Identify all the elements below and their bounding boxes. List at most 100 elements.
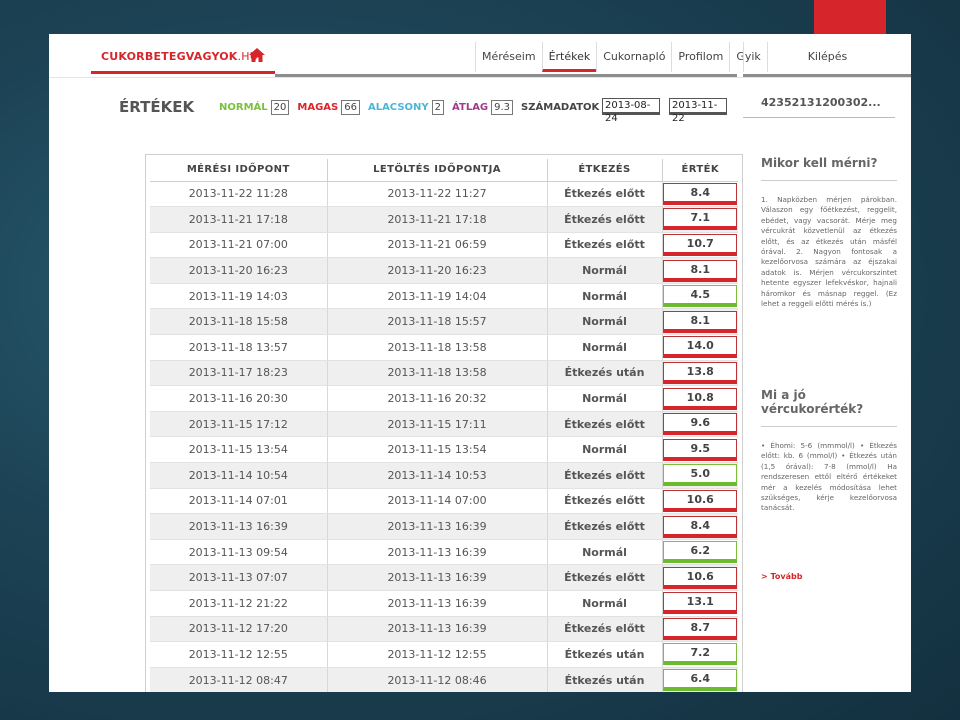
date-from-input[interactable]: 2013-08-24 <box>602 98 660 124</box>
page-title: ÉRTÉKEK <box>119 98 195 116</box>
downloaded-cell: 2013-11-13 16:39 <box>327 539 548 566</box>
stat-normal: NORMÁL 20 <box>219 100 290 115</box>
sidebar-title: Mikor kell mérni? <box>761 156 878 170</box>
value-cell: 10.6 <box>662 564 738 591</box>
value-badge: 9.6 <box>663 413 738 436</box>
measured-cell: 2013-11-13 16:39 <box>150 513 328 540</box>
meal-cell: Étkezés előtt <box>547 232 663 259</box>
table-row[interactable]: 2013-11-13 16:39 2013-11-13 16:39 Étkezés … <box>150 513 738 540</box>
value-cell: 5.0 <box>662 462 738 489</box>
more-link[interactable]: > Tovább <box>761 572 802 581</box>
value-badge: 10.7 <box>663 233 738 256</box>
table-row[interactable]: 2013-11-17 18:23 2013-11-18 13:58 Étkezés … <box>150 360 738 387</box>
sidebar-good-value: Mi a jó vércukorérték? • Éhomi: 5-6 (mmm… <box>761 388 897 514</box>
downloaded-cell: 2013-11-12 08:46 <box>327 667 548 692</box>
nav-item-ertekek[interactable]: Értékek <box>541 42 597 72</box>
logout-button[interactable]: Kilépés <box>743 42 911 72</box>
value-cell: 10.6 <box>662 488 738 515</box>
column-header-measured[interactable]: MÉRÉSI IDŐPONT <box>150 159 328 182</box>
table-header-row: MÉRÉSI IDŐPONT LETÖLTÉS IDŐPONTJA ÉTKEZÉ… <box>150 159 738 182</box>
sidebar-text: 1. Napközben mérjen párokban. Válaszon e… <box>761 195 897 309</box>
measured-cell: 2013-11-12 08:47 <box>150 667 328 692</box>
table-row[interactable]: 2013-11-12 17:20 2013-11-13 16:39 Étkezés … <box>150 616 738 643</box>
stat-value: 20 <box>270 100 290 115</box>
column-header-value[interactable]: ÉRTÉK <box>662 159 738 182</box>
downloaded-cell: 2013-11-18 15:57 <box>327 308 548 336</box>
header: CUKORBETEGVAGYOK.HU Méréseim Értékek Cuk… <box>49 34 911 78</box>
table-row[interactable]: 2013-11-13 07:07 2013-11-13 16:39 Étkezés … <box>150 564 738 591</box>
value-badge: 13.1 <box>663 592 738 615</box>
nav-item-profilom[interactable]: Profilom <box>671 42 729 72</box>
value-badge: 8.4 <box>663 515 738 538</box>
measured-cell: 2013-11-12 12:55 <box>150 641 328 668</box>
table-row[interactable]: 2013-11-15 13:54 2013-11-15 13:54 Normál 9.… <box>150 436 738 464</box>
meal-cell: Étkezés előtt <box>547 206 663 233</box>
table-row[interactable]: 2013-11-13 09:54 2013-11-13 16:39 Normál 6.… <box>150 539 738 566</box>
meal-cell: Étkezés előtt <box>547 564 663 591</box>
stat-value: 66 <box>341 100 360 115</box>
table-row[interactable]: 2013-11-14 07:01 2013-11-14 07:00 Étkezés … <box>150 488 738 515</box>
main-nav: Méréseim Értékek Cukornapló Profilom Gyi… <box>475 42 768 72</box>
meal-cell: Normál <box>547 385 663 412</box>
value-cell: 10.7 <box>662 232 738 259</box>
meal-cell: Normál <box>547 436 663 464</box>
table-row[interactable]: 2013-11-16 20:30 2013-11-16 20:32 Normál 10… <box>150 385 738 412</box>
value-badge: 10.6 <box>663 566 738 589</box>
table-row[interactable]: 2013-11-15 17:12 2013-11-15 17:11 Étkezés … <box>150 411 738 438</box>
value-badge: 8.7 <box>663 617 738 640</box>
table-row[interactable]: 2013-11-12 08:47 2013-11-12 08:46 Étkezés … <box>150 667 738 692</box>
table-row[interactable]: 2013-11-19 14:03 2013-11-19 14:04 Normál 4.… <box>150 283 738 310</box>
value-badge: 6.4 <box>663 669 738 692</box>
downloaded-cell: 2013-11-19 14:04 <box>327 283 548 310</box>
meal-cell: Étkezés után <box>547 360 663 387</box>
meal-cell: Étkezés után <box>547 667 663 692</box>
stat-label: SZÁMADATOK <box>521 102 600 113</box>
measured-cell: 2013-11-18 15:58 <box>150 308 328 336</box>
date-to-input[interactable]: 2013-11-22 <box>669 98 727 124</box>
downloaded-cell: 2013-11-14 10:53 <box>327 462 548 489</box>
meal-cell: Étkezés után <box>547 641 663 668</box>
meal-cell: Étkezés előtt <box>547 411 663 438</box>
measured-cell: 2013-11-19 14:03 <box>150 283 328 310</box>
brand-name: CUKORBETEGVAGYOK.HU <box>101 50 258 63</box>
values-table: MÉRÉSI IDŐPONT LETÖLTÉS IDŐPONTJA ÉTKEZÉ… <box>150 159 738 692</box>
value-cell: 8.4 <box>662 181 738 208</box>
downloaded-cell: 2013-11-21 17:18 <box>327 206 548 233</box>
values-table-panel: MÉRÉSI IDŐPONT LETÖLTÉS IDŐPONTJA ÉTKEZÉ… <box>145 154 743 692</box>
measured-cell: 2013-11-15 17:12 <box>150 411 328 438</box>
column-header-meal[interactable]: ÉTKEZÉS <box>547 159 663 182</box>
stat-value: 2 <box>431 100 445 115</box>
table-row[interactable]: 2013-11-22 11:28 2013-11-22 11:27 Étkezés … <box>150 181 738 208</box>
downloaded-cell: 2013-11-13 16:39 <box>327 513 548 540</box>
nav-item-cukornaplo[interactable]: Cukornapló <box>596 42 671 72</box>
measured-cell: 2013-11-22 11:28 <box>150 181 328 208</box>
table-row[interactable]: 2013-11-12 12:55 2013-11-12 12:55 Étkezés … <box>150 641 738 668</box>
stat-label: NORMÁL <box>219 102 268 113</box>
brand-logo[interactable]: CUKORBETEGVAGYOK.HU <box>91 44 275 74</box>
downloaded-cell: 2013-11-13 16:39 <box>327 590 548 617</box>
table-row[interactable]: 2013-11-21 17:18 2013-11-21 17:18 Étkezés … <box>150 206 738 233</box>
column-header-downloaded[interactable]: LETÖLTÉS IDŐPONTJA <box>327 159 548 182</box>
table-row[interactable]: 2013-11-18 13:57 2013-11-18 13:58 Normál 14… <box>150 334 738 361</box>
value-cell: 10.8 <box>662 385 738 412</box>
nav-item-meresek[interactable]: Méréseim <box>475 42 542 72</box>
value-badge: 8.4 <box>663 182 738 205</box>
divider <box>761 180 897 181</box>
downloaded-cell: 2013-11-13 16:39 <box>327 564 548 591</box>
divider <box>761 426 897 427</box>
stats-bar: NORMÁL 20 MAGAS 66 ALACSONY 2 ÁTLAG 9.3 … <box>219 100 629 115</box>
meal-cell: Normál <box>547 590 663 617</box>
home-icon[interactable] <box>249 48 265 62</box>
downloaded-cell: 2013-11-15 17:11 <box>327 411 548 438</box>
table-row[interactable]: 2013-11-14 10:54 2013-11-14 10:53 Étkezés … <box>150 462 738 489</box>
meal-cell: Normál <box>547 539 663 566</box>
value-badge: 8.1 <box>663 310 738 333</box>
value-cell: 9.5 <box>662 436 738 464</box>
table-row[interactable]: 2013-11-12 21:22 2013-11-13 16:39 Normál 13… <box>150 590 738 617</box>
value-badge: 10.8 <box>663 387 738 410</box>
table-row[interactable]: 2013-11-21 07:00 2013-11-21 06:59 Étkezés … <box>150 232 738 259</box>
logout-underline <box>743 74 911 77</box>
table-row[interactable]: 2013-11-20 16:23 2013-11-20 16:23 Normál 8.… <box>150 257 738 284</box>
table-row[interactable]: 2013-11-18 15:58 2013-11-18 15:57 Normál 8.… <box>150 308 738 336</box>
stat-high: MAGAS 66 <box>297 100 360 115</box>
